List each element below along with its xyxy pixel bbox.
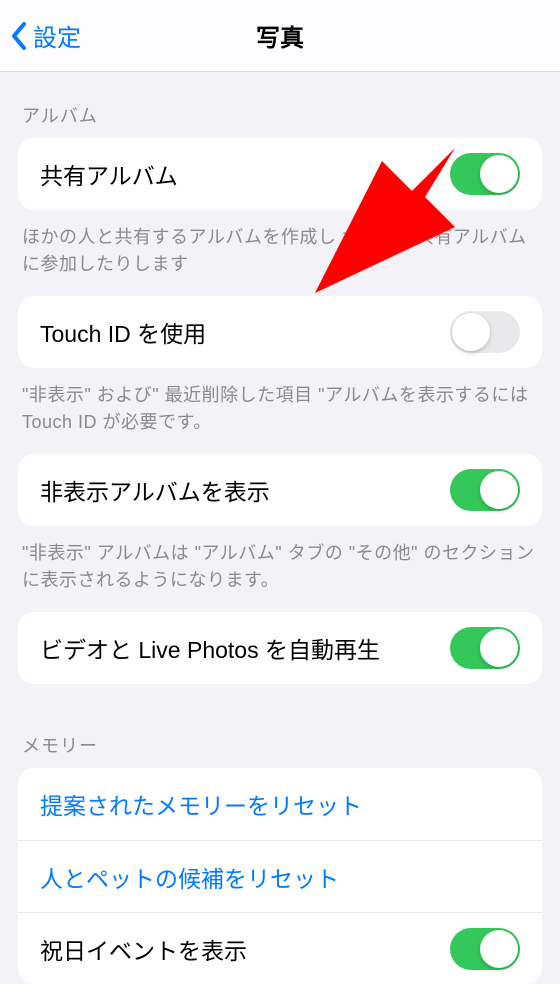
section-header-memory: メモリー [0, 702, 560, 768]
touchid-footer: "非表示" および" 最近削除した項目 "アルバムを表示するには Touch I… [0, 368, 560, 454]
back-button[interactable]: 設定 [0, 18, 81, 53]
cell-group-memory: 提案されたメモリーをリセット 人とペットの候補をリセット 祝日イベントを表示 [18, 768, 542, 984]
cell-hidden-album: 非表示アルバムを表示 [18, 454, 542, 526]
section-header-album: アルバム [0, 72, 560, 138]
navbar: 設定 写真 [0, 0, 560, 72]
cell-reset-people-pets[interactable]: 人とペットの候補をリセット [18, 840, 542, 912]
toggle-knob [452, 313, 490, 351]
reset-people-pets-label: 人とペットの候補をリセット [40, 860, 339, 894]
back-label: 設定 [33, 18, 81, 53]
chevron-left-icon [10, 21, 27, 51]
autoplay-label: ビデオと Live Photos を自動再生 [40, 631, 380, 665]
shared-album-label: 共有アルバム [40, 157, 178, 191]
toggle-knob [480, 471, 518, 509]
hidden-album-footer: "非表示" アルバムは "アルバム" タブの "その他" のセクションに表示され… [0, 526, 560, 612]
shared-album-footer: ほかの人と共有するアルバムを作成し かの人の共有アルバムに参加したりします [0, 210, 560, 296]
shared-album-toggle[interactable] [450, 153, 520, 195]
cell-group-touchid: Touch ID を使用 [18, 296, 542, 368]
reset-suggested-label: 提案されたメモリーをリセット [40, 787, 362, 821]
cell-holiday-events: 祝日イベントを表示 [18, 912, 542, 984]
cell-group-autoplay: ビデオと Live Photos を自動再生 [18, 612, 542, 684]
cell-group-hidden-album: 非表示アルバムを表示 [18, 454, 542, 526]
hidden-album-toggle[interactable] [450, 469, 520, 511]
toggle-knob [480, 930, 518, 968]
cell-touchid: Touch ID を使用 [18, 296, 542, 368]
touchid-toggle[interactable] [450, 311, 520, 353]
touchid-label: Touch ID を使用 [40, 315, 206, 349]
holiday-events-toggle[interactable] [450, 928, 520, 970]
cell-shared-album: 共有アルバム [18, 138, 542, 210]
page-title: 写真 [256, 18, 304, 53]
toggle-knob [480, 155, 518, 193]
autoplay-toggle[interactable] [450, 627, 520, 669]
cell-group-shared-album: 共有アルバム [18, 138, 542, 210]
hidden-album-label: 非表示アルバムを表示 [40, 473, 270, 507]
content: アルバム 共有アルバム ほかの人と共有するアルバムを作成し かの人の共有アルバム… [0, 72, 560, 984]
toggle-knob [480, 629, 518, 667]
cell-reset-suggested-memories[interactable]: 提案されたメモリーをリセット [18, 768, 542, 840]
holiday-events-label: 祝日イベントを表示 [40, 932, 247, 966]
cell-autoplay: ビデオと Live Photos を自動再生 [18, 612, 542, 684]
